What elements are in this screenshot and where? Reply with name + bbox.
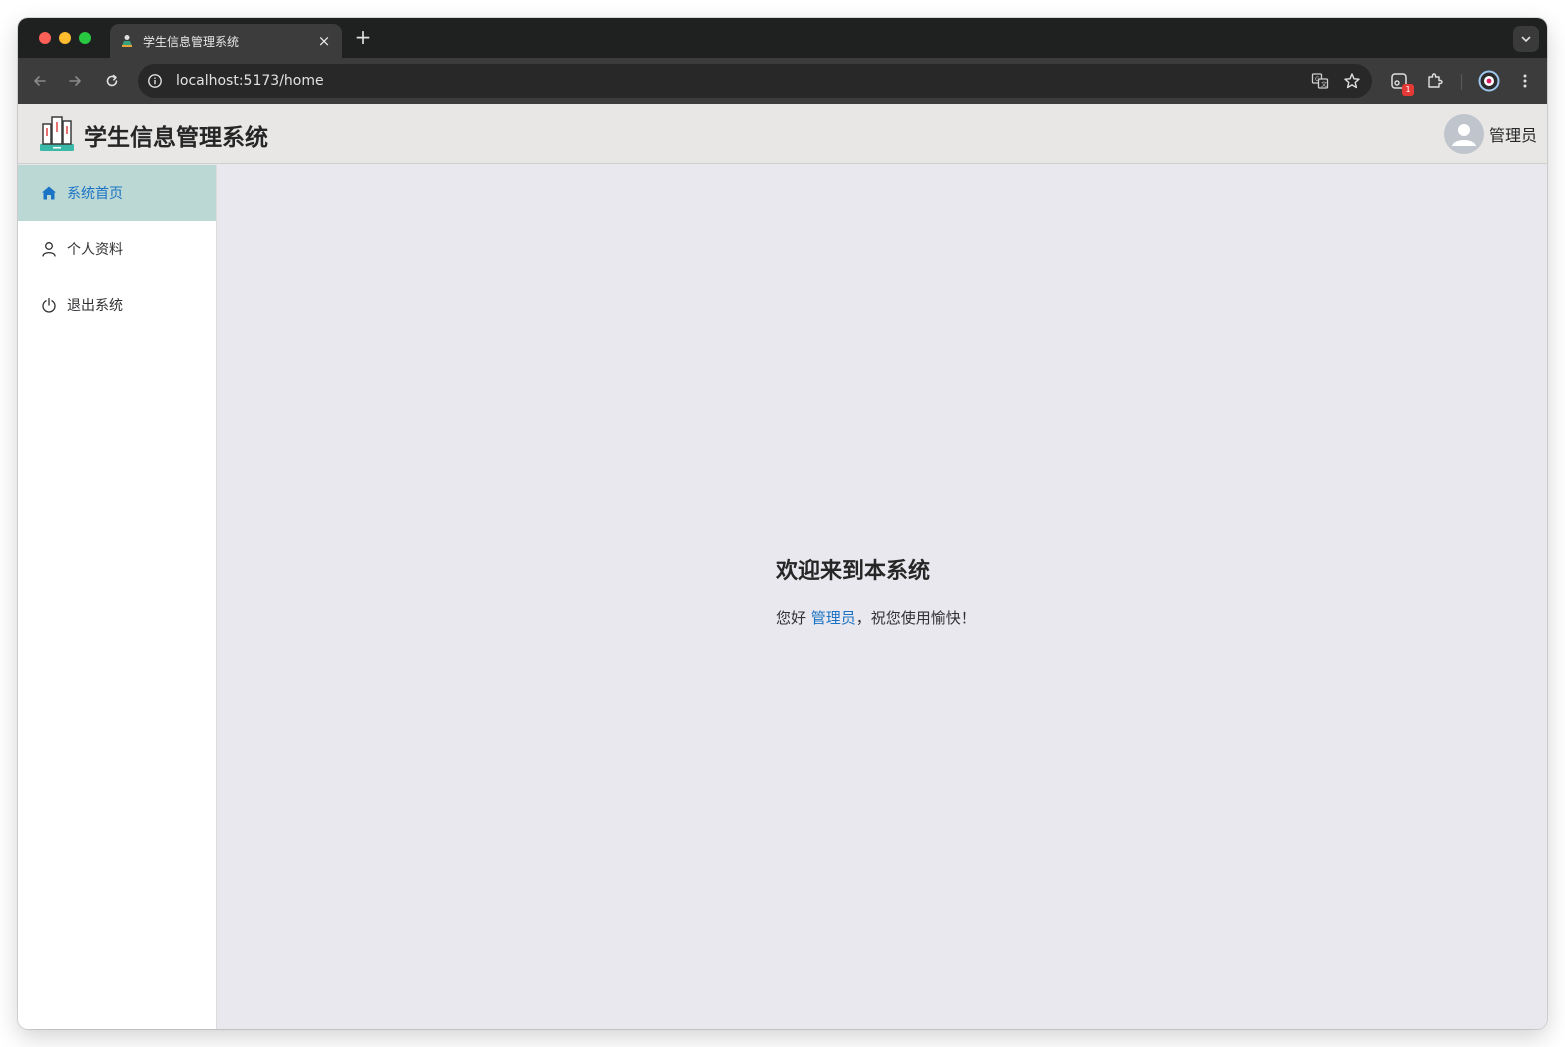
reload-button[interactable] [100, 69, 124, 93]
url-text[interactable]: localhost:5173/home [176, 73, 1308, 89]
svg-text:文: 文 [1321, 81, 1327, 89]
favicon-icon [120, 34, 134, 48]
forward-button[interactable] [63, 69, 87, 93]
greeting-prefix: 您好 [776, 609, 811, 627]
puzzle-icon [1428, 73, 1443, 88]
sidebar-item-logout[interactable]: 退出系统 [18, 277, 216, 333]
window-minimize-button[interactable] [59, 32, 71, 44]
browser-toolbar: localhost:5173/home G 文 1 [18, 58, 1547, 104]
translate-icon[interactable]: G 文 [1308, 69, 1332, 93]
user-menu[interactable]: 管理员 [1443, 114, 1537, 154]
profile-button[interactable] [1477, 69, 1501, 93]
browser-window: 学生信息管理系统 × + localhost:5173/home G 文 1 学… [18, 18, 1547, 1029]
user-name[interactable]: 管理员 [1489, 122, 1537, 146]
greeting-suffix: ，祝您使用愉快！ [855, 609, 976, 627]
browser-tab[interactable]: 学生信息管理系统 × [110, 24, 342, 58]
sidebar-item-label: 系统首页 [67, 186, 123, 202]
reload-icon [106, 74, 118, 87]
avatar[interactable] [1443, 114, 1484, 154]
browser-menu-button[interactable] [1513, 69, 1537, 93]
main-content: 欢迎来到本系统 您好 管理员，祝您使用愉快！ [218, 165, 1547, 1029]
default-avatar-icon [1451, 124, 1476, 146]
new-tab-button[interactable]: + [352, 27, 374, 49]
welcome-message: 您好 管理员，祝您使用愉快！ [776, 607, 976, 628]
tab-strip: 学生信息管理系统 × + [18, 18, 1547, 58]
window-close-button[interactable] [39, 32, 51, 44]
more-vertical-icon [1523, 74, 1527, 88]
power-icon [40, 296, 58, 314]
home-icon [40, 184, 58, 202]
extensions-menu-button[interactable] [1423, 69, 1447, 93]
sidebar-item-profile[interactable]: 个人资料 [18, 221, 216, 277]
welcome-user-name: 管理员 [810, 609, 856, 627]
app-header: 学生信息管理系统 管理员 [18, 104, 1547, 164]
tab-title: 学生信息管理系统 [143, 34, 240, 49]
sidebar-item-label: 退出系统 [67, 298, 123, 314]
extension-button[interactable]: 1 [1387, 69, 1414, 96]
profile-avatar-icon [1478, 70, 1500, 92]
extension-badge: 1 [1402, 84, 1414, 96]
tab-close-icon[interactable]: × [316, 32, 332, 50]
arrow-right-icon [69, 76, 81, 86]
chevron-down-icon [1521, 36, 1531, 43]
app-title: 学生信息管理系统 [84, 125, 268, 151]
sidebar-item-home[interactable]: 系统首页 [18, 165, 216, 221]
bookmark-star-icon[interactable] [1340, 69, 1364, 93]
arrow-left-icon [34, 76, 46, 86]
welcome-title: 欢迎来到本系统 [776, 559, 931, 584]
svg-text:G: G [1315, 76, 1320, 83]
user-icon [40, 240, 58, 258]
sidebar-item-label: 个人资料 [67, 242, 123, 258]
address-bar[interactable]: localhost:5173/home G 文 [138, 64, 1372, 98]
back-button[interactable] [28, 69, 52, 93]
logo-icon [38, 114, 76, 154]
welcome-panel: 欢迎来到本系统 您好 管理员，祝您使用愉快！ [776, 553, 976, 628]
site-info-icon[interactable] [144, 70, 166, 92]
toolbar-divider [1461, 74, 1462, 90]
tab-search-button[interactable] [1513, 26, 1539, 52]
sidebar: 系统首页 个人资料 退出系统 [18, 165, 217, 1029]
window-maximize-button[interactable] [79, 32, 91, 44]
